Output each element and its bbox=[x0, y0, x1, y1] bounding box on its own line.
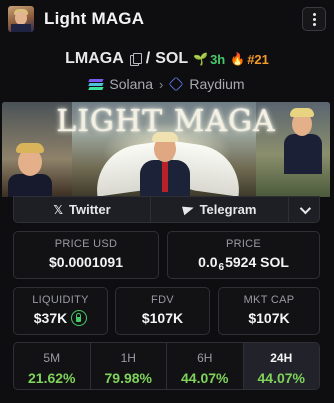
price-sol-card: PRICE 0.065924 SOL bbox=[167, 231, 320, 279]
sprout-icon: 🌱 bbox=[193, 52, 209, 66]
tab-6h[interactable]: 6H 44.07% bbox=[167, 343, 244, 389]
lock-icon[interactable] bbox=[71, 310, 88, 326]
market-cap-value: $107K bbox=[248, 310, 290, 326]
timeframe-label: 5M bbox=[43, 351, 61, 365]
timeframe-label: 6H bbox=[197, 351, 213, 365]
social-links: 𝕏 Twitter Telegram bbox=[13, 196, 320, 223]
price-sol-zero-count: 6 bbox=[218, 262, 225, 273]
x-icon: 𝕏 bbox=[53, 202, 63, 217]
liquidity-label: LIQUIDITY bbox=[32, 294, 89, 306]
timeframe-label: 1H bbox=[120, 351, 136, 365]
chevron-right-icon: › bbox=[159, 76, 164, 92]
dot-icon bbox=[312, 17, 316, 21]
tab-24h[interactable]: 24H 44.07% bbox=[243, 343, 319, 389]
pair-separator: / bbox=[145, 50, 151, 67]
twitter-label: Twitter bbox=[69, 202, 111, 217]
dot-icon bbox=[312, 22, 316, 26]
timeframe-label: 24H bbox=[270, 351, 293, 365]
base-symbol: LMAGA bbox=[65, 50, 124, 67]
price-usd-value: $0.0001091 bbox=[49, 254, 123, 270]
flame-icon: 🔥 bbox=[230, 52, 246, 66]
copy-icon[interactable] bbox=[129, 53, 142, 66]
chain-link[interactable]: Solana bbox=[109, 76, 153, 92]
fdv-card: FDV $107K bbox=[115, 287, 210, 335]
liquidity-value-row: $37K bbox=[14, 310, 107, 326]
price-sol-suffix: 5924 SOL bbox=[225, 254, 289, 270]
more-links-button[interactable] bbox=[289, 197, 319, 222]
more-menu-button[interactable] bbox=[302, 7, 326, 31]
market-cap-label: MKT CAP bbox=[243, 294, 295, 306]
fdv-value: $107K bbox=[141, 310, 184, 326]
price-change-value: 44.07% bbox=[257, 370, 305, 386]
price-sol-label: PRICE bbox=[225, 238, 262, 250]
price-change-value: 44.07% bbox=[181, 370, 229, 386]
token-title: Light MAGA bbox=[44, 9, 145, 28]
token-avatar bbox=[8, 6, 34, 32]
dot-icon bbox=[312, 12, 316, 16]
telegram-button[interactable]: Telegram bbox=[151, 197, 289, 222]
price-sol-prefix: 0.0 bbox=[198, 254, 218, 270]
solana-icon bbox=[88, 78, 104, 90]
chevron-down-icon bbox=[299, 202, 312, 214]
quote-symbol: SOL bbox=[155, 50, 189, 67]
price-usd-label: PRICE USD bbox=[54, 238, 118, 250]
dex-link[interactable]: Raydium bbox=[189, 76, 244, 92]
pair-age-value: 3h bbox=[210, 51, 226, 67]
pair-row: LMAGA / SOL 🌱 3h 🔥 #21 bbox=[0, 48, 334, 70]
liquidity-value: $37K bbox=[33, 310, 68, 326]
token-banner-image: LIGHT MAGA bbox=[2, 102, 330, 197]
price-change-tabs: 5M 21.62% 1H 79.98% 6H 44.07% 24H 44.07% bbox=[13, 342, 320, 390]
tab-1h[interactable]: 1H 79.98% bbox=[91, 343, 167, 389]
pair-age: 🌱 3h bbox=[193, 52, 225, 67]
price-sol-value: 0.065924 SOL bbox=[168, 254, 319, 273]
fdv-label: FDV bbox=[151, 294, 174, 306]
liquidity-card: LIQUIDITY $37K bbox=[13, 287, 108, 335]
trending-rank-value: #21 bbox=[247, 51, 269, 67]
market-cap-card: MKT CAP $107K bbox=[218, 287, 320, 335]
trending-rank: 🔥 #21 bbox=[230, 52, 269, 67]
telegram-label: Telegram bbox=[199, 202, 257, 217]
chain-row: Solana › Raydium bbox=[0, 74, 334, 94]
price-usd-card: PRICE USD $0.0001091 bbox=[13, 231, 159, 279]
tab-5m[interactable]: 5M 21.62% bbox=[14, 343, 91, 389]
telegram-icon bbox=[183, 205, 194, 214]
raydium-icon bbox=[168, 76, 184, 92]
twitter-button[interactable]: 𝕏 Twitter bbox=[14, 197, 151, 222]
price-change-value: 21.62% bbox=[28, 370, 76, 386]
price-change-value: 79.98% bbox=[104, 370, 152, 386]
header: Light MAGA bbox=[0, 0, 334, 38]
